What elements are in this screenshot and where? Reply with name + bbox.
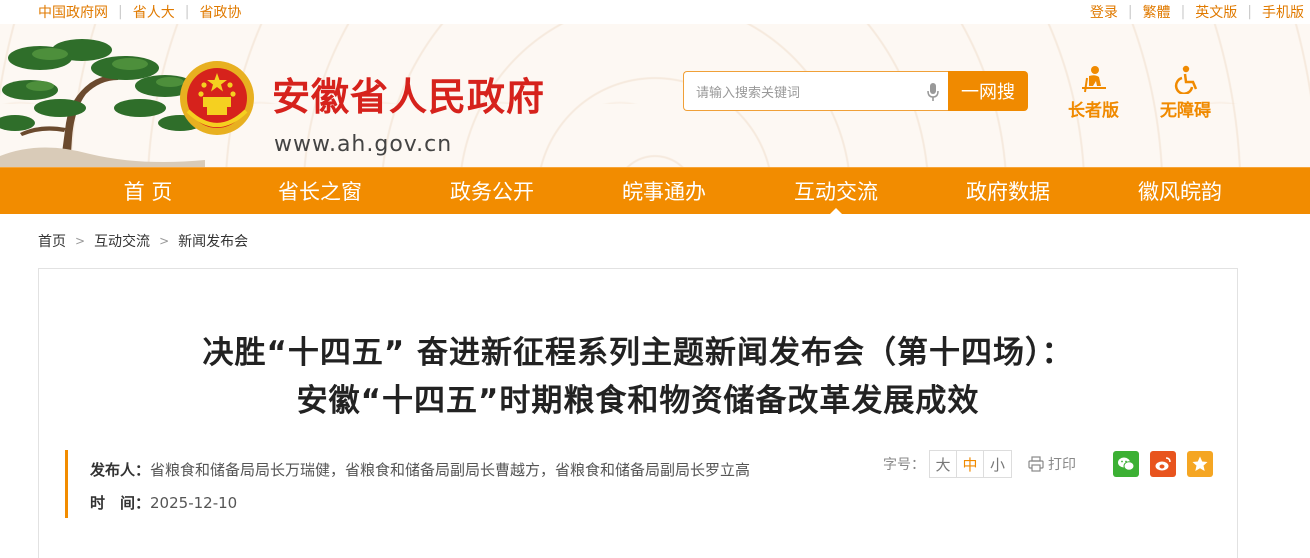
divider: |: [1127, 4, 1133, 20]
divider: |: [1247, 4, 1252, 20]
elder-mode-label: 长者版: [1068, 101, 1119, 121]
article-title-line2: 安徽“十四五”时期粮食和物资储备改革发展成效: [296, 383, 980, 419]
add-favorite-button[interactable]: [1187, 451, 1213, 477]
link-provincial-cppcc[interactable]: 省政协: [199, 2, 241, 22]
link-provincial-congress[interactable]: 省人大: [133, 2, 175, 22]
article-meta: 发布人：省粮食和储备局局长万瑞健，省粮食和储备局副局长曹越方，省粮食和储备局副局…: [65, 450, 1215, 518]
nav-item-culture[interactable]: 徽风皖韵: [1094, 168, 1266, 215]
font-size-selector: 大 中 小: [929, 450, 1012, 478]
article-title: 决胜“十四五” 奋进新征程系列主题新闻发布会（第十四场）： 安徽“十四五”时期粮…: [39, 329, 1237, 425]
wheelchair-icon: [1174, 65, 1197, 94]
font-size-label: 字号：: [883, 457, 925, 473]
share-weibo-button[interactable]: [1150, 451, 1176, 477]
publisher-value: 省粮食和储备局局长万瑞健，省粮食和储备局副局长曹越方，省粮食和储备局副局长罗立高: [150, 461, 751, 479]
article-tools: 字号： 大 中 小 打印: [883, 450, 1213, 478]
site-title[interactable]: 安徽省人民政府: [272, 66, 545, 121]
article-title-line1: 决胜“十四五” 奋进新征程系列主题新闻发布会（第十四场）：: [202, 335, 1074, 371]
login-link[interactable]: 登录: [1090, 2, 1118, 22]
nav-item-services[interactable]: 皖事通办: [578, 168, 750, 215]
elder-mode-button[interactable]: 长者版: [1068, 64, 1119, 121]
chevron-right-icon: >: [75, 234, 86, 248]
top-utility-bar: 中国政府网 | 省人大 | 省政协 登录 | 繁體 | 英文版 | 手机版: [0, 0, 1310, 24]
divider: |: [118, 4, 123, 20]
breadcrumb-home[interactable]: 首页: [38, 231, 66, 251]
time-row: 时 间：2025-12-10: [90, 492, 237, 513]
time-label: 时 间：: [90, 494, 151, 512]
divider: |: [1180, 4, 1186, 20]
huangshan-pine-icon: [0, 39, 205, 167]
publisher-label: 发布人：: [90, 461, 151, 479]
search-bar: 请输入搜索关键词 一网搜: [683, 71, 1028, 111]
main-navigation: 首 页 省长之窗 政务公开 皖事通办 互动交流 政府数据 徽风皖韵: [0, 167, 1310, 215]
mobile-version-link[interactable]: 手机版: [1262, 2, 1304, 22]
site-url: www.ah.gov.cn: [274, 132, 453, 157]
weibo-icon: [1155, 457, 1171, 471]
printer-icon: [1028, 456, 1044, 472]
wechat-icon: [1118, 457, 1135, 471]
font-size-small[interactable]: 小: [984, 451, 1011, 477]
breadcrumb-press-conference[interactable]: 新闻发布会: [178, 231, 248, 251]
breadcrumb: 首页 > 互动交流 > 新闻发布会: [0, 214, 1310, 268]
microphone-icon[interactable]: [926, 82, 940, 102]
nav-item-gov-data[interactable]: 政府数据: [922, 168, 1094, 215]
search-button[interactable]: 一网搜: [948, 71, 1028, 111]
divider: |: [184, 4, 190, 20]
share-wechat-button[interactable]: [1113, 451, 1139, 477]
font-size-medium[interactable]: 中: [957, 451, 984, 477]
nav-item-interaction[interactable]: 互动交流: [750, 168, 922, 215]
top-left-links: 中国政府网 | 省人大 | 省政协: [38, 2, 241, 22]
link-gov-cn[interactable]: 中国政府网: [38, 2, 108, 22]
print-button[interactable]: 打印: [1028, 454, 1076, 474]
elder-person-icon: [1081, 66, 1106, 93]
print-label: 打印: [1048, 457, 1076, 473]
time-value: 2025-12-10: [150, 494, 238, 512]
star-icon: [1192, 456, 1208, 471]
top-right-links: 登录 | 繁體 | 英文版 | 手机版: [1090, 2, 1310, 22]
article-panel: 决胜“十四五” 奋进新征程系列主题新闻发布会（第十四场）： 安徽“十四五”时期粮…: [38, 268, 1238, 558]
national-emblem-icon: [180, 61, 254, 135]
nav-item-gov-affairs[interactable]: 政务公开: [406, 168, 578, 215]
accessibility-label: 无障碍: [1160, 101, 1211, 121]
font-size-large[interactable]: 大: [930, 451, 957, 477]
site-header: 安徽省人民政府 www.ah.gov.cn 请输入搜索关键词 一网搜 长者版 无…: [0, 24, 1310, 167]
breadcrumb-interaction[interactable]: 互动交流: [94, 231, 150, 251]
search-input[interactable]: 请输入搜索关键词: [683, 71, 948, 111]
search-placeholder: 请输入搜索关键词: [696, 85, 801, 101]
accessibility-button[interactable]: 无障碍: [1160, 64, 1211, 121]
publisher-row: 发布人：省粮食和储备局局长万瑞健，省粮食和储备局副局长曹越方，省粮食和储备局副局…: [90, 459, 750, 480]
traditional-chinese-link[interactable]: 繁體: [1143, 2, 1171, 22]
nav-item-home[interactable]: 首 页: [62, 168, 234, 215]
nav-item-governor[interactable]: 省长之窗: [234, 168, 406, 215]
english-version-link[interactable]: 英文版: [1195, 2, 1237, 22]
chevron-right-icon: >: [159, 234, 170, 248]
